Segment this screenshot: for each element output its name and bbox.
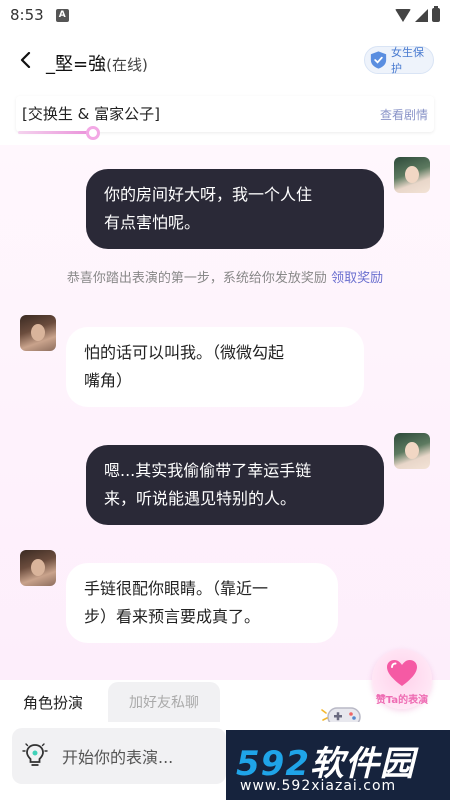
message-line: 手链很配你眼睛。（靠近一 [84,579,269,598]
notification-a-icon: A [55,8,69,22]
female-protection-button[interactable]: 女生保护 [364,46,434,75]
scene-bar: [交换生 & 富家公子] 查看剧情 [16,96,434,132]
shield-icon [370,51,387,69]
contact-avatar[interactable] [20,315,56,351]
scene-progress-handle [86,126,100,140]
chat-area: 你的房间好大呀，我一个人住 有点害怕呢。 恭喜你踏出表演的第一步，系统给你发放奖… [0,145,450,709]
claim-reward-link[interactable]: 领取奖励 [331,271,383,286]
status-bar: 8:53 A [0,0,450,30]
chat-header: _堅=強(在线) 女生保护 [0,40,450,84]
message-line: 你的房间好大呀，我一个人住 [104,185,313,204]
scene-title: [交换生 & 富家公子] [22,105,160,123]
status-time: 8:53 [10,6,44,24]
lightbulb-icon[interactable] [22,742,48,770]
my-avatar[interactable] [394,157,430,193]
message-input[interactable]: 开始你的表演... [12,728,226,784]
watermark-url: www.592xiazai.com [240,778,397,794]
view-plot-link[interactable]: 查看剧情 [380,106,428,123]
message-bubble-me: 你的房间好大呀，我一个人住 有点害怕呢。 [86,169,384,249]
chat-title: _堅=強(在线) [46,50,148,76]
message-line: 步）看来预言要成真了。 [84,607,261,626]
message-bubble-them: 怕的话可以叫我。（微微勾起 嘴角） [66,327,364,407]
message-line: 来，听说能遇见特别的人。 [104,489,297,508]
site-watermark: 592软件园 www.592xiazai.com [226,730,450,800]
message-bubble-me: 嗯...其实我偷偷带了幸运手链 来，听说能遇见特别的人。 [86,445,384,525]
message-line: 有点害怕呢。 [104,213,201,232]
tab-add-friend[interactable]: 加好友私聊 [108,682,220,722]
message-line: 嘴角） [84,371,133,390]
contact-name: _堅=強 [46,54,107,75]
online-status: (在线) [106,56,148,74]
tab-roleplay[interactable]: 角色扮演 [0,682,106,722]
my-avatar[interactable] [394,433,430,469]
status-icons [395,6,440,22]
message-line: 怕的话可以叫我。（微微勾起 [84,343,285,362]
contact-avatar[interactable] [20,550,56,586]
signal-icon [415,8,428,22]
input-placeholder: 开始你的表演... [62,748,174,767]
system-text: 恭喜你踏出表演的第一步，系统给你发放奖励 [66,271,327,286]
battery-icon [432,6,440,22]
mode-tabs: 角色扮演 加好友私聊 [0,682,450,722]
message-line: 嗯...其实我偷偷带了幸运手链 [104,461,312,480]
system-reward-notice: 恭喜你踏出表演的第一步，系统给你发放奖励 领取奖励 [0,267,450,286]
protect-label: 女生保护 [391,46,424,75]
wifi-icon [395,8,411,22]
back-arrow-icon[interactable] [18,52,34,68]
message-bubble-them: 手链很配你眼睛。（靠近一 步）看来预言要成真了。 [66,563,338,643]
